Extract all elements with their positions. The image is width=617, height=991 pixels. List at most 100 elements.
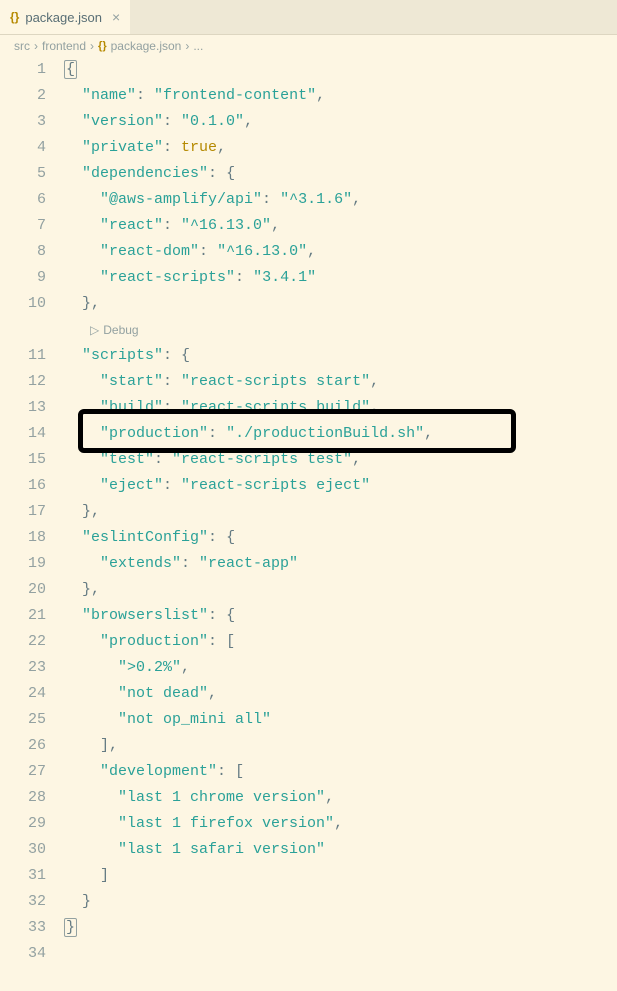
code-line[interactable]: }, <box>64 499 617 525</box>
code-line[interactable]: "last 1 chrome version", <box>64 785 617 811</box>
chevron-right-icon: › <box>90 39 94 53</box>
code-line[interactable]: "last 1 safari version" <box>64 837 617 863</box>
code-line[interactable] <box>64 941 617 967</box>
code-line[interactable]: ] <box>64 863 617 889</box>
json-value: "react-scripts start" <box>181 373 370 390</box>
code-line[interactable]: "dependencies": { <box>64 161 617 187</box>
json-key: "@aws-amplify/api" <box>100 191 262 208</box>
code-line[interactable]: "scripts": { <box>64 343 617 369</box>
json-key: "build" <box>100 399 163 416</box>
code-line[interactable]: "react-dom": "^16.13.0", <box>64 239 617 265</box>
code-line[interactable]: "production": "./productionBuild.sh", <box>64 421 617 447</box>
breadcrumb-item[interactable]: src <box>14 39 30 53</box>
debug-codelens[interactable]: ▷Debug <box>64 317 617 343</box>
close-brace: } <box>64 918 77 937</box>
line-number: 21 <box>0 603 46 629</box>
play-icon: ▷ <box>90 317 99 343</box>
json-value: "last 1 chrome version" <box>118 789 325 806</box>
line-number: 17 <box>0 499 46 525</box>
line-number: 28 <box>0 785 46 811</box>
json-key: "private" <box>82 139 163 156</box>
json-value: "3.4.1" <box>253 269 316 286</box>
line-number: 5 <box>0 161 46 187</box>
line-number: 16 <box>0 473 46 499</box>
code-line[interactable]: ], <box>64 733 617 759</box>
code-line[interactable]: "version": "0.1.0", <box>64 109 617 135</box>
code-line[interactable]: } <box>64 915 617 941</box>
tab-bar: {} package.json × <box>0 0 617 35</box>
line-number: 31 <box>0 863 46 889</box>
line-number: 29 <box>0 811 46 837</box>
json-key: "name" <box>82 87 136 104</box>
code-line[interactable]: "not op_mini all" <box>64 707 617 733</box>
code-line[interactable]: "development": [ <box>64 759 617 785</box>
json-value: "react-scripts build" <box>181 399 370 416</box>
line-number: 26 <box>0 733 46 759</box>
code-line[interactable]: } <box>64 889 617 915</box>
json-key: "eslintConfig" <box>82 529 208 546</box>
line-number: 2 <box>0 83 46 109</box>
editor[interactable]: 1 2 3 4 5 6 7 8 9 10 11 12 13 14 15 16 1… <box>0 57 617 967</box>
code-line[interactable]: "start": "react-scripts start", <box>64 369 617 395</box>
code-line[interactable]: }, <box>64 291 617 317</box>
json-key: "dependencies" <box>82 165 208 182</box>
code-area[interactable]: { "name": "frontend-content", "version":… <box>64 57 617 967</box>
line-number: 11 <box>0 343 46 369</box>
line-number: 4 <box>0 135 46 161</box>
code-line[interactable]: "eject": "react-scripts eject" <box>64 473 617 499</box>
json-value: "react-scripts eject" <box>181 477 370 494</box>
json-value: "^16.13.0" <box>217 243 307 260</box>
chevron-right-icon: › <box>34 39 38 53</box>
json-value: "^16.13.0" <box>181 217 271 234</box>
line-number: 15 <box>0 447 46 473</box>
line-number: 3 <box>0 109 46 135</box>
code-line[interactable]: "browserslist": { <box>64 603 617 629</box>
json-key: "browserslist" <box>82 607 208 624</box>
line-number: 7 <box>0 213 46 239</box>
code-line[interactable]: }, <box>64 577 617 603</box>
code-line[interactable]: "eslintConfig": { <box>64 525 617 551</box>
code-line[interactable]: "test": "react-scripts test", <box>64 447 617 473</box>
line-number: 14 <box>0 421 46 447</box>
close-icon[interactable]: × <box>112 9 120 25</box>
line-number: 18 <box>0 525 46 551</box>
code-line[interactable]: "react-scripts": "3.4.1" <box>64 265 617 291</box>
gutter: 1 2 3 4 5 6 7 8 9 10 11 12 13 14 15 16 1… <box>0 57 64 967</box>
json-value: "^3.1.6" <box>280 191 352 208</box>
code-line[interactable]: "name": "frontend-content", <box>64 83 617 109</box>
line-number: 19 <box>0 551 46 577</box>
code-line[interactable]: ">0.2%", <box>64 655 617 681</box>
breadcrumb-item[interactable]: frontend <box>42 39 86 53</box>
code-line[interactable]: "production": [ <box>64 629 617 655</box>
line-number: 30 <box>0 837 46 863</box>
tab-package-json[interactable]: {} package.json × <box>0 0 131 34</box>
line-number: 33 <box>0 915 46 941</box>
json-icon: {} <box>98 40 107 52</box>
json-value: "0.1.0" <box>181 113 244 130</box>
breadcrumb-item[interactable]: ... <box>193 39 203 53</box>
json-value: "frontend-content" <box>154 87 316 104</box>
code-line[interactable]: "private": true, <box>64 135 617 161</box>
debug-label: Debug <box>103 317 138 343</box>
code-line[interactable]: { <box>64 57 617 83</box>
code-line[interactable]: "build": "react-scripts build", <box>64 395 617 421</box>
line-number: 23 <box>0 655 46 681</box>
breadcrumb[interactable]: src › frontend › {} package.json › ... <box>0 35 617 57</box>
code-line[interactable]: "last 1 firefox version", <box>64 811 617 837</box>
code-line[interactable]: "not dead", <box>64 681 617 707</box>
json-key: "extends" <box>100 555 181 572</box>
json-value: ">0.2%" <box>118 659 181 676</box>
json-key: "start" <box>100 373 163 390</box>
json-key: "development" <box>100 763 217 780</box>
code-line[interactable]: "react": "^16.13.0", <box>64 213 617 239</box>
breadcrumb-item[interactable]: package.json <box>111 39 182 53</box>
json-key: "eject" <box>100 477 163 494</box>
line-number: 34 <box>0 941 46 967</box>
line-number: 27 <box>0 759 46 785</box>
code-line[interactable]: "@aws-amplify/api": "^3.1.6", <box>64 187 617 213</box>
line-number: 6 <box>0 187 46 213</box>
code-line[interactable]: "extends": "react-app" <box>64 551 617 577</box>
line-number: 10 <box>0 291 46 317</box>
json-value: "not dead" <box>118 685 208 702</box>
json-key: "react" <box>100 217 163 234</box>
